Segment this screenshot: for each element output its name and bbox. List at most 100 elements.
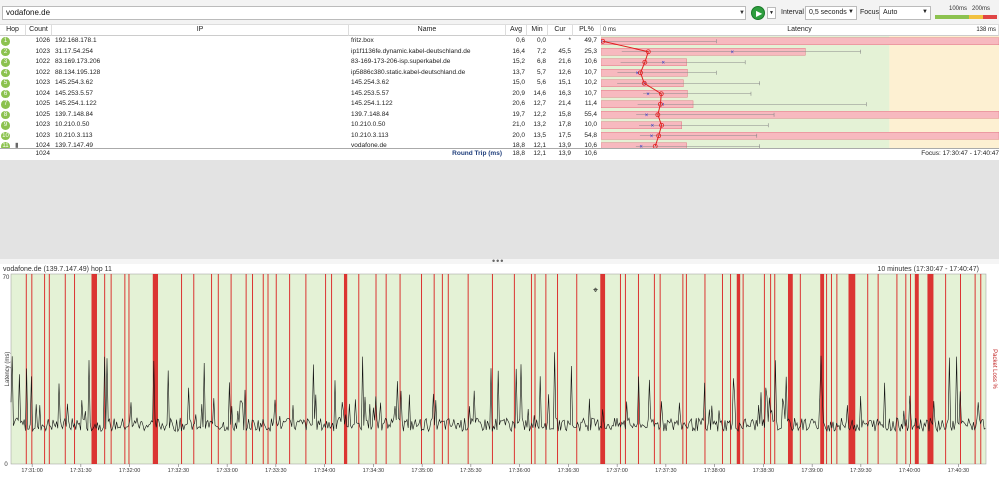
x-tick-label: 17:36:00 — [509, 468, 530, 474]
chevron-down-icon: ▼ — [922, 9, 928, 15]
trace-options-chevron-down-icon[interactable]: ▼ — [767, 7, 776, 19]
col-ip[interactable]: IP — [52, 25, 349, 36]
hop-number: 2 — [1, 47, 10, 56]
current-marker: × — [730, 50, 734, 56]
summary-label: Round Trip (ms) — [452, 150, 502, 157]
hop-count: 1023 — [35, 47, 50, 55]
current-marker: × — [651, 123, 655, 129]
packet-loss-bar — [491, 274, 493, 464]
packet-loss-bar — [704, 274, 706, 464]
start-trace-button[interactable]: ▶ — [751, 6, 765, 20]
hop-pl: 49,7 — [584, 37, 597, 44]
current-marker: × — [646, 92, 650, 98]
hop-count: 1023 — [35, 121, 50, 128]
hop-cur: 45,5 — [558, 47, 571, 55]
hop-avg: 15,0 — [512, 79, 525, 86]
packet-loss-bar — [513, 274, 515, 464]
packet-loss-bar — [193, 274, 195, 464]
packet-loss-bar — [905, 274, 907, 464]
packet-loss-bar — [826, 274, 828, 464]
x-tick-label: 17:36:30 — [558, 468, 579, 474]
scale-green — [935, 15, 969, 19]
packet-loss-bar — [534, 274, 536, 464]
current-marker: × — [661, 102, 665, 108]
packet-loss-bar — [682, 274, 684, 464]
empty-table-area — [0, 160, 999, 259]
current-marker: × — [662, 60, 666, 66]
hop-avg: 16,4 — [512, 47, 525, 55]
packet-loss-bar — [830, 274, 832, 464]
x-tick-label: 17:35:00 — [411, 468, 432, 474]
packet-loss-bar — [980, 274, 982, 464]
scale-label-200: 200ms — [972, 6, 991, 12]
packet-loss-bar — [914, 274, 919, 464]
packet-loss-bar — [44, 274, 46, 464]
x-tick-label: 17:31:30 — [70, 468, 91, 474]
hop-ip: 83.169.173.206 — [55, 58, 101, 65]
hop-ip: 145.253.5.57 — [55, 89, 93, 97]
y-tick-label: 70 — [3, 275, 10, 281]
hop-avg: 0,6 — [515, 37, 525, 44]
packet-loss-bar — [624, 274, 626, 464]
hop-min: 6,8 — [536, 58, 546, 65]
hop-pl: 10,7 — [584, 89, 597, 97]
timeline-graph-panel: vodafone.de (139.7.147.49) hop 11 10 min… — [0, 264, 999, 504]
target-input[interactable]: vodafone.de — [2, 6, 746, 20]
packet-loss-bar — [421, 274, 423, 464]
hop-cur: 21,4 — [558, 100, 571, 107]
packet-loss-bar — [637, 274, 639, 464]
interval-select[interactable]: 0,5 seconds ▼ — [805, 6, 857, 20]
x-tick-label: 17:34:30 — [363, 468, 384, 474]
hop-number: 4 — [1, 68, 10, 77]
hop-pl: 11,4 — [584, 100, 597, 107]
x-tick-label: 17:33:00 — [216, 468, 237, 474]
col-hop[interactable]: Hop — [0, 25, 26, 36]
hop-pl: 10,7 — [584, 68, 597, 76]
hop-count: 1022 — [35, 68, 50, 76]
col-pl[interactable]: PL% — [573, 25, 601, 36]
packet-loss-bar — [742, 274, 744, 464]
x-tick-label: 17:38:30 — [753, 468, 774, 474]
col-name[interactable]: Name — [349, 25, 506, 36]
x-tick-label: 17:40:30 — [948, 468, 969, 474]
hop-name: ip5886c380.static.kabel-deutschland.de — [351, 68, 466, 76]
col-count[interactable]: Count — [26, 25, 52, 36]
hop-ip: 10.210.3.113 — [55, 131, 93, 139]
col-min[interactable]: Min — [527, 25, 548, 36]
hop-name: ip1f1136fe.dynamic.kabel-deutschland.de — [351, 47, 471, 55]
hop-cur: 16,3 — [558, 89, 571, 97]
packet-loss-bar — [74, 274, 76, 464]
target-history-chevron-down-icon[interactable]: ▼ — [738, 7, 746, 19]
packet-loss-bar — [730, 274, 732, 464]
hop-count: 1024 — [35, 89, 50, 97]
hop-ip: 10.210.0.50 — [55, 121, 90, 128]
packet-loss-bar — [305, 274, 307, 464]
packet-loss-bar — [64, 274, 66, 464]
hop-number: 9 — [1, 121, 10, 130]
packet-loss-bar — [447, 274, 449, 464]
hop-number: 1 — [1, 37, 10, 46]
hop-pl: 10,6 — [584, 58, 597, 65]
packet-loss-bar — [974, 274, 976, 464]
packet-loss-bar — [91, 274, 97, 464]
hop-ip: 139.7.148.84 — [55, 110, 93, 118]
hop-cur: * — [568, 37, 571, 44]
packet-loss-bar — [945, 274, 947, 464]
focus-select[interactable]: Auto ▼ — [879, 6, 931, 20]
packet-loss-bar — [799, 274, 801, 464]
x-tick-label: 17:31:00 — [21, 468, 42, 474]
packet-loss-bar — [358, 274, 360, 464]
hop-min: 7,2 — [536, 47, 546, 55]
packet-loss-bar — [343, 274, 348, 464]
col-avg[interactable]: Avg — [506, 25, 527, 36]
hop-number: 6 — [1, 89, 10, 98]
packet-loss-bar — [959, 274, 961, 464]
col-cur[interactable]: Cur — [548, 25, 573, 36]
hop-avg: 20,9 — [512, 89, 525, 97]
focus-label: Focus — [860, 9, 880, 16]
latency-graph: ××××××××××× — [601, 36, 999, 149]
packet-loss-bar — [787, 274, 793, 464]
scale-yellow — [969, 15, 983, 19]
hop-name: 145.253.5.57 — [351, 89, 389, 97]
hop-pl: 10,2 — [584, 79, 597, 86]
